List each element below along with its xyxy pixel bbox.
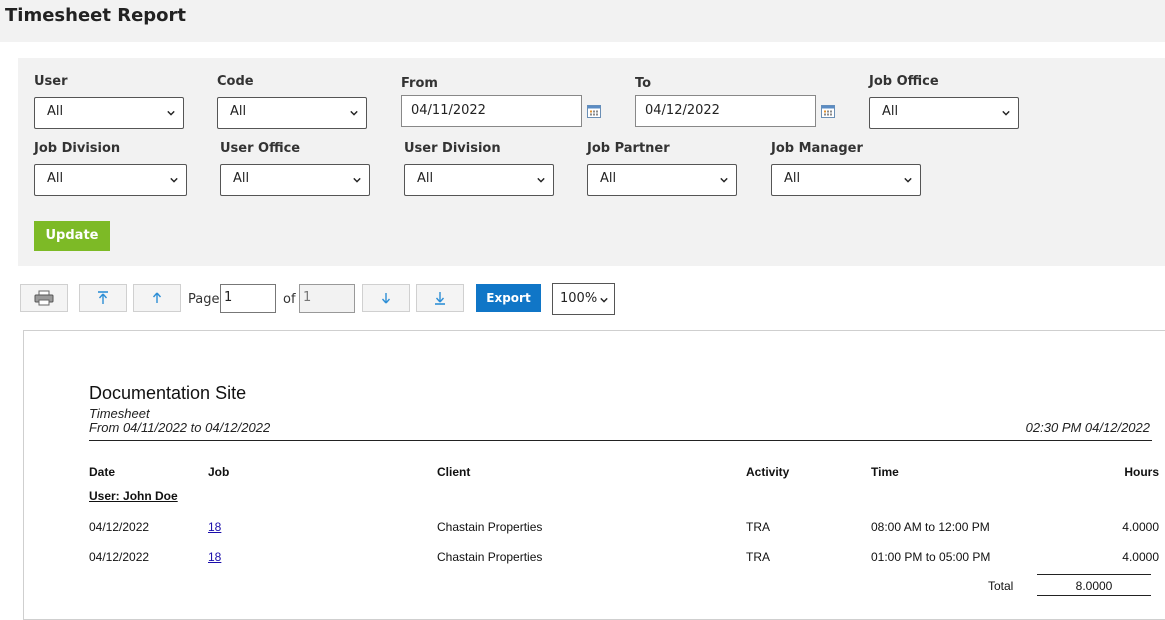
job-office-select-value: All [882,104,899,119]
next-page-button[interactable] [362,284,410,312]
user-office-select[interactable]: All [220,164,370,196]
last-page-button[interactable] [416,284,464,312]
page-total-field: 1 [299,284,355,313]
from-date-input[interactable]: 04/11/2022 [401,95,582,127]
chevron-down-icon [350,110,358,116]
chevron-down-icon [600,297,608,303]
row-2-date: 04/12/2022 [89,550,150,564]
job-partner-select-value: All [600,171,617,186]
page-number-input[interactable]: 1 [220,284,276,313]
column-header-hours: Hours [1124,465,1159,479]
page-label: Page [188,292,220,307]
row-1-activity: TRA [746,520,770,534]
row-2-activity: TRA [746,550,770,564]
user-division-filter-label: User Division [404,141,501,156]
code-filter-label: Code [217,74,254,89]
first-page-button[interactable] [79,284,127,312]
export-button[interactable]: Export [476,284,541,312]
row-2-job-link[interactable]: 18 [208,550,221,564]
chevron-down-icon [904,177,912,183]
from-filter-label: From [401,76,438,91]
chevron-down-icon [353,177,361,183]
user-division-select-value: All [417,171,434,186]
column-header-date: Date [89,465,116,479]
row-2-hours: 4.0000 [1122,550,1159,564]
row-2-client: Chastain Properties [437,550,543,564]
job-office-filter-label: Job Office [869,74,939,89]
arrow-down-icon [381,293,391,304]
total-bottom-rule [1037,595,1151,596]
total-top-rule [1037,574,1151,575]
page-title: Timesheet Report [5,5,187,26]
report-name: Timesheet [89,406,150,421]
row-1-job-link[interactable]: 18 [208,520,221,534]
user-select[interactable]: All [34,97,184,129]
first-page-icon [98,291,108,304]
chevron-down-icon [170,177,178,183]
row-2-time: 01:00 PM to 05:00 PM [871,550,991,564]
job-manager-select-value: All [784,171,801,186]
filter-panel [18,58,1165,266]
job-division-filter-label: Job Division [34,141,121,156]
user-group-label: User: John Doe [89,489,178,503]
row-1-hours: 4.0000 [1122,520,1159,534]
job-division-select-value: All [47,171,64,186]
chevron-down-icon [537,177,545,183]
chevron-down-icon [1002,110,1010,116]
job-manager-select[interactable]: All [771,164,921,196]
zoom-select[interactable]: 100% [552,283,615,315]
update-button[interactable]: Update [34,221,110,251]
column-header-client: Client [437,465,471,479]
job-division-select[interactable]: All [34,164,187,196]
column-header-activity: Activity [746,465,790,479]
user-division-select[interactable]: All [404,164,554,196]
arrow-up-icon [152,292,162,303]
column-header-time: Time [871,465,899,479]
total-hours: 8.0000 [1075,579,1113,593]
user-filter-label: User [34,74,68,89]
job-office-select[interactable]: All [869,97,1019,129]
to-date-input[interactable]: 04/12/2022 [635,95,816,127]
column-header-job: Job [208,465,230,479]
report-viewer: Documentation Site Timesheet From 04/11/… [23,330,1165,620]
previous-page-button[interactable] [133,284,181,312]
chevron-down-icon [167,110,175,116]
job-partner-filter-label: Job Partner [587,141,670,156]
job-partner-select[interactable]: All [587,164,737,196]
row-1-client: Chastain Properties [437,520,543,534]
code-select-value: All [230,104,247,119]
zoom-select-value: 100% [560,291,598,306]
row-1-date: 04/12/2022 [89,520,150,534]
job-manager-filter-label: Job Manager [771,141,863,156]
total-label: Total [988,579,1014,593]
row-1-time: 08:00 AM to 12:00 PM [871,520,990,534]
report-date-range: From 04/11/2022 to 04/12/2022 [89,420,271,435]
user-select-value: All [47,104,64,119]
chevron-down-icon [720,177,728,183]
print-button[interactable] [20,284,68,312]
user-office-select-value: All [233,171,250,186]
report-header-divider [89,440,1152,441]
of-label: of [283,292,296,307]
report-org-name: Documentation Site [89,383,247,403]
code-select[interactable]: All [217,97,367,129]
printer-icon [34,290,54,306]
report-generated-time: 02:30 PM 04/12/2022 [1025,420,1150,435]
user-office-filter-label: User Office [220,141,301,156]
calendar-icon[interactable] [587,104,601,118]
calendar-icon[interactable] [821,104,835,118]
last-page-icon [435,292,445,305]
to-filter-label: To [635,76,652,91]
